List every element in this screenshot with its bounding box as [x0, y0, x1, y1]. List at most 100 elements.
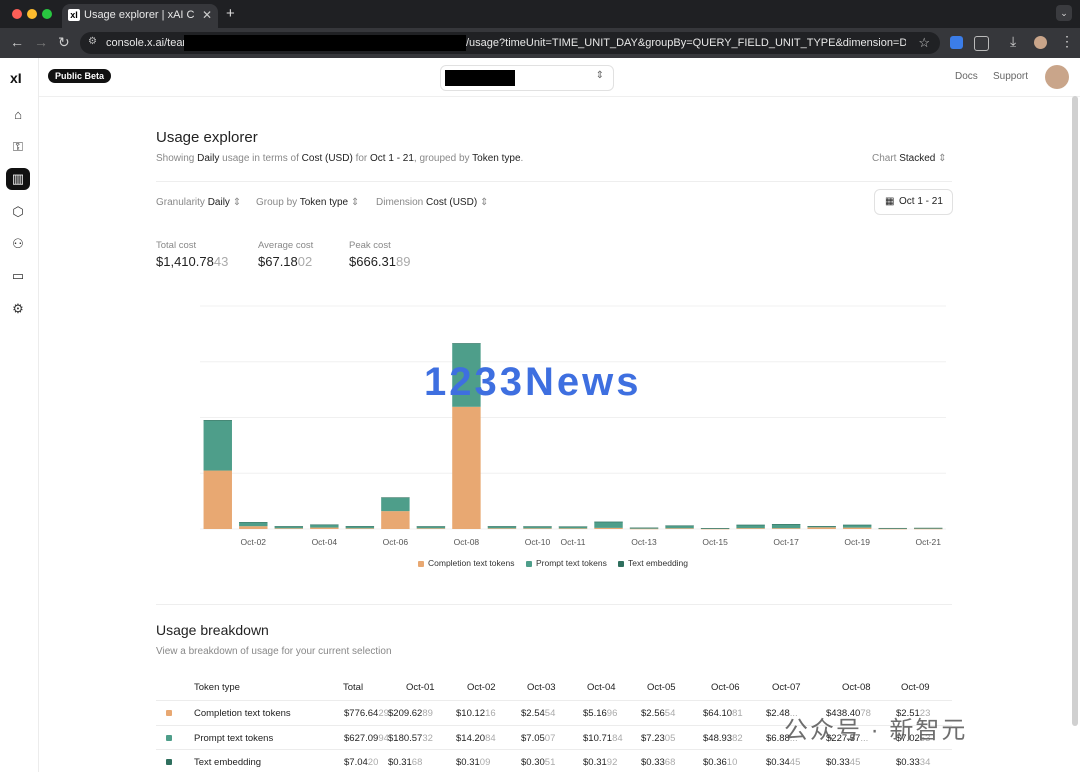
- chevron-up-down-icon: ⇕: [350, 197, 360, 208]
- bar-segment: [381, 511, 410, 529]
- table-cell: $627.0994: [344, 733, 389, 744]
- browser-tab[interactable]: xI Usage explorer | xAI Cloud Co ✕: [62, 4, 218, 28]
- bar-segment: [381, 497, 410, 512]
- settings-gear-icon[interactable]: ⚙: [6, 298, 30, 320]
- bar-segment: [736, 524, 765, 526]
- close-window-button[interactable]: [12, 9, 22, 19]
- minimize-window-button[interactable]: [27, 9, 37, 19]
- table-cell: $0.3334: [896, 757, 931, 768]
- page-scrollbar[interactable]: [1072, 96, 1078, 726]
- bar-segment: [807, 527, 836, 529]
- support-link[interactable]: Support: [993, 71, 1028, 82]
- xai-logo[interactable]: xI: [10, 70, 22, 86]
- column-header: Oct-01: [406, 682, 435, 693]
- column-header: Token type: [194, 682, 240, 693]
- column-header: Oct-08: [842, 682, 871, 693]
- table-cell: $0.3445: [766, 757, 801, 768]
- date-range-button[interactable]: ▦ Oct 1 - 21: [874, 189, 953, 215]
- x-tick-label: Oct-17: [773, 537, 799, 547]
- total-cost-label: Total cost: [156, 240, 197, 251]
- app-sidebar: xI ⌂ ⚿ ▥ ⬡ ⚇ ▭ ⚙: [0, 58, 39, 772]
- browser-tab-bar: xI Usage explorer | xAI Cloud Co ✕ + ⌄: [0, 0, 1080, 28]
- docs-link[interactable]: Docs: [955, 71, 978, 82]
- models-cube-icon[interactable]: ⬡: [6, 201, 30, 223]
- average-cost-value: $67.1802: [258, 254, 313, 269]
- key-icon[interactable]: ⚿: [6, 136, 30, 158]
- extension-icon[interactable]: [950, 36, 963, 49]
- table-cell: $7.0420: [344, 757, 379, 768]
- bar-segment: [274, 526, 304, 527]
- column-header: Oct-06: [711, 682, 740, 693]
- chart-type-select[interactable]: Chart Stacked ⇕: [872, 153, 947, 164]
- legend-swatch-prompt: [526, 560, 532, 567]
- bar-segment: [665, 528, 694, 529]
- user-avatar[interactable]: [1045, 65, 1069, 89]
- tab-title: Usage explorer | xAI Cloud Co: [84, 9, 194, 21]
- bar-segment: [914, 528, 943, 530]
- token-type-cell: Prompt text tokens: [194, 733, 274, 744]
- url-suffix: /usage?timeUnit=TIME_UNIT_DAY&groupBy=QU…: [466, 37, 906, 49]
- download-icon[interactable]: ⤓: [1010, 33, 1016, 50]
- home-icon[interactable]: ⌂: [6, 104, 30, 126]
- column-header: Oct-05: [647, 682, 676, 693]
- url-prefix: console.x.ai/team/: [106, 37, 195, 49]
- divider: [156, 181, 952, 182]
- bar-segment: [203, 420, 232, 421]
- bar-segment: [878, 528, 907, 530]
- profile-avatar-icon[interactable]: [1034, 36, 1047, 49]
- group-by-select[interactable]: Group by Token type ⇕: [256, 197, 359, 208]
- bar-segment: [239, 522, 268, 523]
- bar-segment: [381, 497, 410, 498]
- reload-icon[interactable]: ↻: [58, 34, 70, 51]
- address-bar[interactable]: ⚙ console.x.ai/team/ /usage?timeUnit=TIM…: [80, 32, 940, 54]
- close-tab-icon[interactable]: ✕: [202, 8, 212, 22]
- usage-chart-icon[interactable]: ▥: [6, 168, 30, 190]
- bar-segment: [594, 521, 623, 523]
- team-selector[interactable]: ⇕: [440, 65, 614, 91]
- legend-completion: Completion text tokens: [418, 558, 514, 568]
- back-icon[interactable]: ←: [10, 34, 24, 50]
- bar-segment: [914, 527, 943, 529]
- granularity-select[interactable]: Granularity Daily ⇕: [156, 197, 241, 208]
- table-cell: $0.3192: [583, 757, 618, 768]
- table-cell: $180.5732: [388, 733, 433, 744]
- forward-icon[interactable]: →: [34, 34, 48, 50]
- table-cell: $7.0507: [521, 733, 556, 744]
- total-cost-value: $1,410.7843: [156, 254, 229, 269]
- tab-search-icon[interactable]: ⌄: [1056, 5, 1072, 21]
- chevron-up-down-icon: ⇕: [479, 197, 489, 208]
- token-type-color-swatch: [166, 759, 172, 765]
- bar-segment: [203, 470, 232, 529]
- bookmark-star-icon[interactable]: ☆: [918, 35, 930, 51]
- x-tick-label: Oct-06: [383, 537, 409, 547]
- table-cell: $0.3109: [456, 757, 491, 768]
- token-type-cell: Text embedding: [194, 757, 262, 768]
- average-cost-label: Average cost: [258, 240, 314, 251]
- table-cell: $0.3610: [703, 757, 738, 768]
- team-users-icon[interactable]: ⚇: [6, 233, 30, 255]
- site-info-icon[interactable]: ⚙: [88, 36, 97, 47]
- bar-segment: [239, 522, 268, 527]
- bar-segment: [700, 528, 730, 529]
- chevron-up-down-icon: ⇕: [232, 197, 242, 208]
- dimension-select[interactable]: Dimension Cost (USD) ⇕: [376, 197, 488, 208]
- date-range-label: Oct 1 - 21: [899, 196, 943, 207]
- maximize-window-button[interactable]: [42, 9, 52, 19]
- app-topbar: Public Beta ⇕ Docs Support: [39, 58, 1080, 97]
- row-divider: [156, 749, 952, 750]
- x-tick-label: Oct-11: [561, 537, 586, 547]
- new-tab-icon[interactable]: +: [226, 5, 235, 22]
- table-cell: $64.1081: [703, 708, 743, 719]
- bar-segment: [452, 343, 481, 344]
- bar-segment: [558, 526, 588, 528]
- bar-segment: [771, 524, 801, 525]
- bar-segment: [771, 524, 801, 529]
- browser-menu-icon[interactable]: ⋮: [1060, 33, 1074, 50]
- column-header: Total: [343, 682, 364, 693]
- table-cell: $209.6289: [388, 708, 433, 719]
- token-type-color-swatch: [166, 710, 172, 716]
- extensions-puzzle-icon[interactable]: [974, 36, 989, 51]
- billing-card-icon[interactable]: ▭: [6, 265, 30, 287]
- bar-segment: [416, 526, 446, 527]
- column-header: Oct-03: [527, 682, 556, 693]
